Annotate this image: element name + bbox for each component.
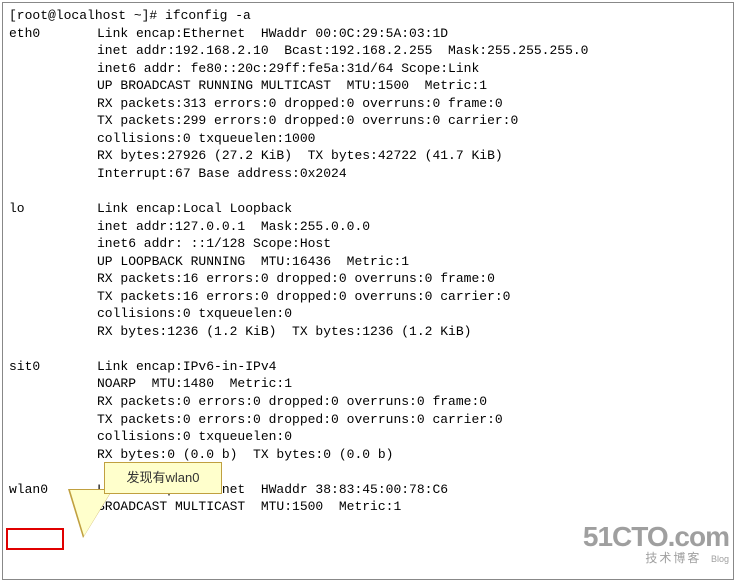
iface-eth0: eth0 xyxy=(9,25,97,43)
callout-text: 发现有wlan0 xyxy=(127,470,200,485)
iface-line: UP BROADCAST RUNNING MULTICAST MTU:1500 … xyxy=(97,77,487,95)
watermark-sub: 技术博客 xyxy=(645,551,701,565)
iface-line: RX bytes:27926 (27.2 KiB) TX bytes:42722… xyxy=(97,147,503,165)
iface-line: inet6 addr: ::1/128 Scope:Host xyxy=(97,235,331,253)
iface-line: collisions:0 txqueuelen:0 xyxy=(97,305,292,323)
watermark-main: 51CTO.com xyxy=(583,522,729,551)
iface-line: inet addr:127.0.0.1 Mask:255.0.0.0 xyxy=(97,218,370,236)
iface-line: Link encap:IPv6-in-IPv4 xyxy=(97,358,276,376)
iface-line: NOARP MTU:1480 Metric:1 xyxy=(97,375,292,393)
terminal-output: [root@localhost ~]# ifconfig -a eth0Link… xyxy=(3,3,733,520)
iface-line: Link encap:Local Loopback xyxy=(97,200,292,218)
iface-line: BROADCAST MULTICAST MTU:1500 Metric:1 xyxy=(97,498,401,516)
annotation-callout: 发现有wlan0 xyxy=(104,462,222,494)
iface-line: collisions:0 txqueuelen:1000 xyxy=(97,130,315,148)
iface-line: RX packets:0 errors:0 dropped:0 overruns… xyxy=(97,393,487,411)
iface-line: RX bytes:0 (0.0 b) TX bytes:0 (0.0 b) xyxy=(97,446,393,464)
shell-prompt: [root@localhost ~]# xyxy=(9,8,165,23)
iface-line: UP LOOPBACK RUNNING MTU:16436 Metric:1 xyxy=(97,253,409,271)
iface-line: TX packets:299 errors:0 dropped:0 overru… xyxy=(97,112,518,130)
iface-line: RX packets:313 errors:0 dropped:0 overru… xyxy=(97,95,503,113)
iface-line: TX packets:16 errors:0 dropped:0 overrun… xyxy=(97,288,510,306)
iface-line: collisions:0 txqueuelen:0 xyxy=(97,428,292,446)
iface-line: Link encap:Ethernet HWaddr 00:0C:29:5A:0… xyxy=(97,25,448,43)
iface-line: TX packets:0 errors:0 dropped:0 overruns… xyxy=(97,411,503,429)
iface-lo: lo xyxy=(9,200,97,218)
iface-line: inet addr:192.168.2.10 Bcast:192.168.2.2… xyxy=(97,42,588,60)
watermark: 51CTO.com 技术博客 Blog xyxy=(583,522,729,565)
callout-tail xyxy=(70,490,112,536)
wlan0-highlight xyxy=(6,528,64,550)
iface-line: Interrupt:67 Base address:0x2024 xyxy=(97,165,347,183)
iface-line: RX packets:16 errors:0 dropped:0 overrun… xyxy=(97,270,495,288)
shell-command: ifconfig -a xyxy=(165,8,251,23)
iface-line: inet6 addr: fe80::20c:29ff:fe5a:31d/64 S… xyxy=(97,60,479,78)
iface-line: RX bytes:1236 (1.2 KiB) TX bytes:1236 (1… xyxy=(97,323,471,341)
iface-sit0: sit0 xyxy=(9,358,97,376)
watermark-blog: Blog xyxy=(711,555,729,564)
